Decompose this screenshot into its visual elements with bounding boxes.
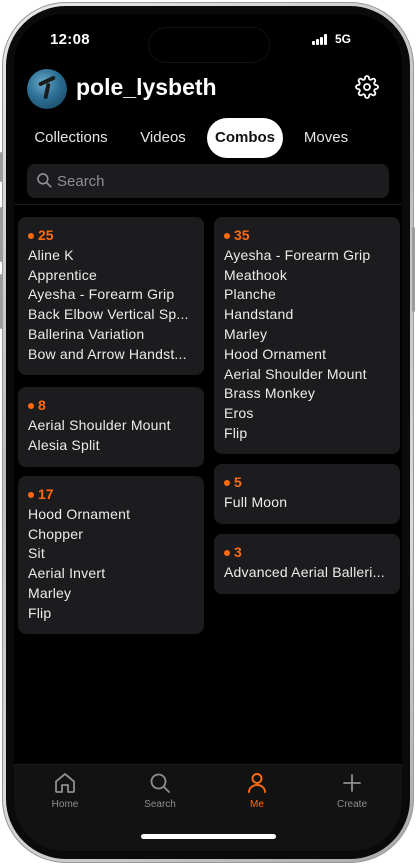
combo-move: Ayesha - Forearm Grip (28, 286, 175, 303)
signal-icon (312, 34, 330, 45)
app-screen: 12:08 5G pole_lysbeth Collections Videos… (14, 14, 402, 851)
combo-move: Aline K (28, 246, 74, 263)
tab-collections[interactable]: Collections (23, 118, 119, 158)
combo-move: Brass Monkey (224, 385, 316, 402)
search-bar[interactable] (27, 164, 389, 198)
combo-count: 25 (28, 226, 194, 246)
person-icon (248, 773, 266, 793)
volume-up-button (0, 207, 3, 262)
combo-move: Full Moon (224, 493, 288, 510)
nav-search[interactable]: Search (125, 771, 195, 810)
nav-label: Search (144, 799, 176, 810)
combo-card[interactable]: 25 Aline K Apprentice Ayesha - Forearm G… (18, 217, 204, 375)
combo-move: Hood Ornament (224, 345, 327, 362)
combo-move: Chopper (28, 525, 84, 542)
combo-count: 17 (28, 485, 194, 505)
combos-grid: 25 Aline K Apprentice Ayesha - Forearm G… (14, 204, 402, 764)
combo-move: Back Elbow Vertical Sp... (28, 306, 189, 323)
tab-bar: Collections Videos Combos Moves (14, 118, 402, 158)
tab-moves[interactable]: Moves (296, 118, 356, 158)
dot-icon (224, 232, 230, 239)
combo-move: Aerial Shoulder Mount (224, 365, 367, 382)
tab-videos[interactable]: Videos (128, 118, 198, 158)
gear-icon[interactable] (355, 75, 379, 99)
combo-card[interactable]: 35 Ayesha - Forearm Grip Meathook Planch… (214, 217, 400, 454)
nav-home[interactable]: Home (30, 771, 100, 810)
dot-icon (224, 549, 230, 556)
combo-move: Ayesha - Forearm Grip (224, 246, 371, 263)
combo-count: 5 (224, 473, 390, 493)
combo-move: Planche (224, 286, 276, 303)
status-bar: 12:08 5G (14, 14, 402, 68)
dot-icon (28, 402, 34, 409)
home-indicator[interactable] (141, 834, 276, 839)
combo-move: Apprentice (28, 266, 97, 283)
search-icon (150, 773, 170, 793)
combo-move: Ballerina Variation (28, 325, 145, 342)
action-button (0, 152, 3, 182)
combo-move: Hood Ornament (28, 505, 131, 522)
search-icon (37, 173, 52, 188)
power-button (412, 227, 415, 312)
dot-icon (224, 479, 230, 486)
combo-move: Aerial Invert (28, 565, 106, 582)
combo-move: Flip (28, 604, 52, 621)
nav-label: Me (250, 799, 264, 810)
nav-label: Create (336, 799, 367, 810)
tab-combos[interactable]: Combos (207, 118, 283, 158)
nav-me[interactable]: Me (222, 771, 292, 810)
combo-count: 35 (224, 226, 390, 246)
dynamic-island (149, 28, 269, 62)
combo-count: 3 (224, 543, 390, 563)
nav-label: Home (51, 799, 79, 810)
combo-move: Handstand (224, 306, 294, 323)
combo-card[interactable]: 3 Advanced Aerial Balleri... (214, 534, 400, 594)
combo-card[interactable]: 17 Hood Ornament Chopper Sit Aerial Inve… (18, 476, 204, 634)
home-icon (55, 773, 75, 793)
username: pole_lysbeth (76, 74, 217, 100)
combo-move: Aerial Shoulder Mount (28, 416, 171, 433)
combo-move: Marley (28, 584, 72, 601)
combo-move: Bow and Arrow Handst... (28, 345, 187, 362)
combo-move: Marley (224, 325, 268, 342)
dot-icon (28, 491, 34, 498)
network-label: 5G (335, 32, 352, 46)
combo-move: Flip (224, 424, 248, 441)
combo-move: Eros (224, 405, 254, 422)
combo-card[interactable]: 8 Aerial Shoulder Mount Alesia Split (18, 387, 204, 467)
combo-move: Sit (28, 545, 45, 562)
plus-icon (343, 774, 361, 792)
volume-down-button (0, 274, 3, 329)
dot-icon (28, 232, 34, 239)
search-input[interactable] (57, 164, 377, 198)
combo-move: Meathook (224, 266, 288, 283)
status-time: 12:08 (50, 31, 90, 48)
profile-header: pole_lysbeth (14, 68, 402, 120)
avatar[interactable] (27, 69, 67, 109)
combo-move: Alesia Split (28, 436, 100, 453)
combo-move: Advanced Aerial Balleri... (224, 563, 385, 580)
combo-card[interactable]: 5 Full Moon (214, 464, 400, 524)
nav-create[interactable]: Create (317, 771, 387, 810)
combo-count: 8 (28, 396, 194, 416)
